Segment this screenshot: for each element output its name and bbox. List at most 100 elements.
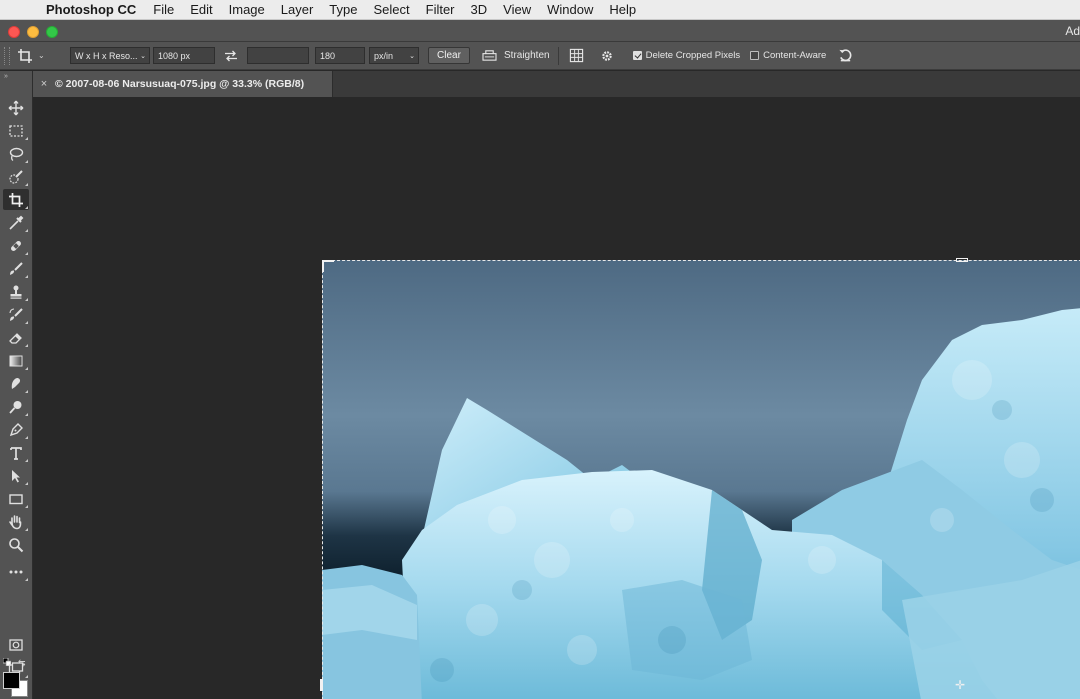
healing-brush-tool[interactable] bbox=[3, 235, 29, 256]
resolution-field[interactable]: 180 bbox=[315, 47, 365, 64]
photoshop-window: Photoshop CC File Edit Image Layer Type … bbox=[0, 0, 1080, 699]
document-tab-bar: × © 2007-08-06 Narsusuaq-075.jpg @ 33.3%… bbox=[33, 71, 1080, 97]
crop-settings-button[interactable] bbox=[595, 49, 619, 63]
rectangle-tool[interactable] bbox=[3, 488, 29, 509]
window-titlebar: Ad bbox=[0, 20, 1080, 42]
menu-3d[interactable]: 3D bbox=[471, 2, 488, 17]
tool-preset-picker[interactable]: ⌄ bbox=[16, 47, 60, 65]
undo-icon bbox=[839, 49, 852, 62]
menu-file[interactable]: File bbox=[153, 2, 174, 17]
edit-toolbar-button[interactable] bbox=[3, 561, 29, 582]
checkbox-unchecked-icon bbox=[750, 51, 760, 60]
brush-tool[interactable] bbox=[3, 258, 29, 279]
window-minimize-button[interactable] bbox=[27, 26, 39, 38]
menu-help[interactable]: Help bbox=[609, 2, 636, 17]
stamp-icon bbox=[10, 285, 22, 299]
eraser-tool[interactable] bbox=[3, 327, 29, 348]
gradient-tool[interactable] bbox=[3, 350, 29, 371]
history-brush-tool[interactable] bbox=[3, 304, 29, 325]
crop-tool[interactable] bbox=[3, 189, 29, 210]
menu-view[interactable]: View bbox=[503, 2, 531, 17]
menu-image[interactable]: Image bbox=[229, 2, 265, 17]
straighten-label[interactable]: Straighten bbox=[504, 50, 550, 61]
zoom-tool[interactable] bbox=[3, 534, 29, 555]
crop-preset-icon bbox=[18, 48, 32, 63]
quick-mask-button[interactable] bbox=[3, 634, 29, 655]
lasso-tool[interactable] bbox=[3, 143, 29, 164]
document-tab[interactable]: × © 2007-08-06 Narsusuaq-075.jpg @ 33.3%… bbox=[33, 71, 333, 97]
iceberg-photo[interactable] bbox=[322, 260, 1080, 699]
marquee-tool[interactable] bbox=[3, 120, 29, 141]
pen-icon bbox=[9, 422, 23, 436]
type-tool[interactable] bbox=[3, 442, 29, 463]
menu-layer[interactable]: Layer bbox=[281, 2, 314, 17]
delete-cropped-pixels-label: Delete Cropped Pixels bbox=[645, 50, 741, 61]
overlay-options-button[interactable] bbox=[565, 48, 589, 63]
ratio-preset-select[interactable]: W x H x Reso... ⌄ bbox=[70, 47, 150, 64]
document-canvas[interactable]: ✛ bbox=[34, 97, 1080, 699]
menu-window[interactable]: Window bbox=[547, 2, 593, 17]
grid-overlay-icon bbox=[569, 48, 584, 63]
history-brush-icon bbox=[9, 307, 23, 321]
foreground-color-swatch[interactable] bbox=[3, 672, 20, 689]
hand-tool[interactable] bbox=[3, 511, 29, 532]
quick-select-icon bbox=[9, 169, 23, 184]
crop-handle-left[interactable] bbox=[320, 679, 323, 691]
window-zoom-button[interactable] bbox=[46, 26, 58, 38]
menu-select[interactable]: Select bbox=[373, 2, 409, 17]
clone-stamp-tool[interactable] bbox=[3, 281, 29, 302]
collapse-panel-icon[interactable]: » bbox=[4, 73, 8, 80]
eraser-icon bbox=[9, 332, 22, 344]
quick-selection-tool[interactable] bbox=[3, 166, 29, 187]
clear-button[interactable]: Clear bbox=[428, 47, 470, 64]
pen-tool[interactable] bbox=[3, 419, 29, 440]
options-separator bbox=[557, 46, 559, 65]
resolution-unit-select[interactable]: px/in ⌄ bbox=[369, 47, 419, 64]
path-selection-tool[interactable] bbox=[3, 465, 29, 486]
tab-close-icon[interactable]: × bbox=[33, 78, 55, 90]
straighten-icon-button[interactable] bbox=[478, 49, 500, 62]
crop-height-field[interactable] bbox=[247, 47, 309, 64]
window-close-button[interactable] bbox=[8, 26, 20, 38]
crop-width-value: 1080 px bbox=[158, 50, 191, 61]
bandage-icon bbox=[11, 240, 21, 251]
eyedropper-tool[interactable] bbox=[3, 212, 29, 233]
crop-options-bar: ⌄ W x H x Reso... ⌄ 1080 px 180 px/in ⌄ … bbox=[0, 42, 1080, 70]
menu-edit[interactable]: Edit bbox=[190, 2, 212, 17]
swap-dimensions-button[interactable] bbox=[215, 50, 247, 62]
rect-marquee-icon bbox=[9, 124, 23, 137]
crop-width-field[interactable]: 1080 px bbox=[153, 47, 215, 64]
menu-filter[interactable]: Filter bbox=[426, 2, 455, 17]
dodge-icon bbox=[9, 400, 22, 414]
crop-handle-top-left[interactable] bbox=[322, 260, 334, 272]
zoom-icon bbox=[9, 537, 24, 552]
crop-crosshair-icon[interactable]: ✛ bbox=[955, 678, 965, 692]
crop-handle-top[interactable] bbox=[956, 258, 968, 262]
level-icon bbox=[481, 50, 497, 61]
reset-crop-button[interactable] bbox=[834, 48, 856, 63]
resolution-unit-value: px/in bbox=[374, 50, 394, 61]
menu-type[interactable]: Type bbox=[329, 2, 357, 17]
chevron-down-icon: ⌄ bbox=[409, 52, 415, 60]
dodge-tool[interactable] bbox=[3, 396, 29, 417]
ratio-preset-value: W x H x Reso... bbox=[75, 50, 138, 61]
app-menu[interactable]: Photoshop CC bbox=[46, 2, 136, 17]
type-icon bbox=[10, 446, 22, 460]
move-tool[interactable] bbox=[3, 97, 29, 118]
document-tab-title: © 2007-08-06 Narsusuaq-075.jpg @ 33.3% (… bbox=[55, 78, 305, 90]
chevron-down-icon: ⌄ bbox=[140, 52, 146, 60]
chevron-down-icon: ⌄ bbox=[38, 51, 45, 60]
lasso-icon bbox=[9, 147, 24, 161]
content-aware-checkbox[interactable]: Content-Aware bbox=[750, 50, 826, 61]
clear-button-label: Clear bbox=[437, 50, 461, 61]
move-icon bbox=[8, 100, 24, 115]
smudge-icon bbox=[11, 377, 21, 389]
delete-cropped-pixels-checkbox[interactable]: Delete Cropped Pixels bbox=[632, 50, 741, 61]
smudge-tool[interactable] bbox=[3, 373, 29, 394]
gear-icon bbox=[601, 50, 612, 61]
options-bar-grip[interactable] bbox=[4, 46, 10, 65]
ellipsis-icon bbox=[9, 570, 23, 573]
content-aware-label: Content-Aware bbox=[763, 50, 827, 61]
swap-arrows-icon bbox=[225, 50, 237, 61]
gradient-icon bbox=[9, 355, 23, 366]
